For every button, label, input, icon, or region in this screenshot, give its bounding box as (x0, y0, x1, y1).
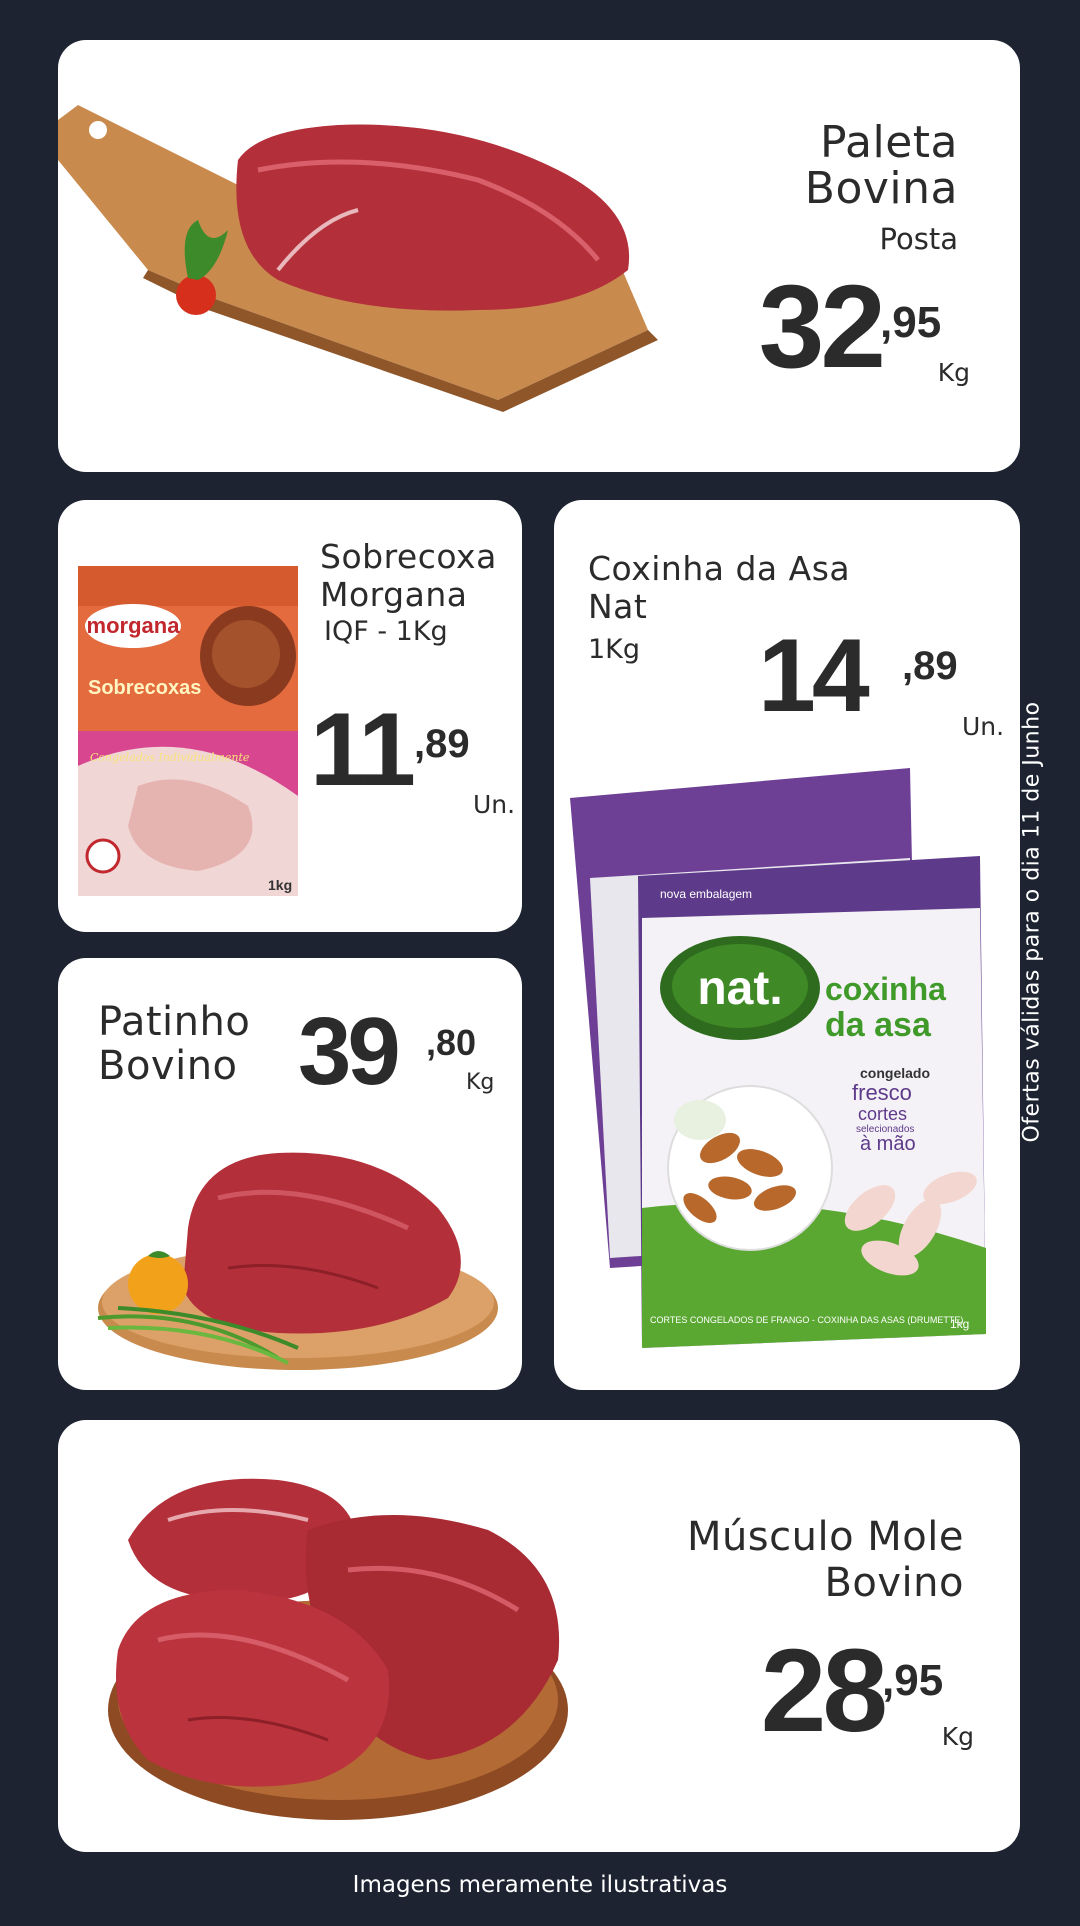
package-brand: morgana (87, 613, 181, 638)
package-line2: fresco (852, 1080, 912, 1105)
product-detail: 1Kg (588, 634, 641, 665)
price-cents: ,95 (880, 298, 942, 347)
price-unit: Kg (941, 1722, 974, 1751)
price-cents: ,89 (414, 722, 470, 766)
product-card-paleta[interactable]: Paleta Bovina Posta 32 ,95 Kg (58, 40, 1020, 472)
product-name-line1: Sobrecoxa (320, 537, 497, 576)
beef-on-board-image (58, 105, 658, 412)
nat-package-image: nat. nova embalagem coxinha da asa conge… (570, 768, 986, 1348)
offer-validity-note: Ofertas válidas para o dia 11 de Junho (1019, 701, 1045, 1143)
product-name-line2: Morgana (320, 575, 468, 614)
beef-on-round-board-image (97, 1152, 498, 1370)
product-name-line2: Bovina (804, 163, 958, 214)
package-title2: da asa (825, 1006, 932, 1044)
package-footer: CORTES CONGELADOS DE FRANGO - COXINHA DA… (650, 1315, 963, 1325)
beef-chunks-on-board-image (108, 1478, 568, 1820)
illustrative-images-note: Imagens meramente ilustrativas (352, 1872, 728, 1898)
package-brand: nat. (697, 962, 782, 1015)
morgana-package-image: morgana Sobrecoxas Congelados Individual… (78, 566, 298, 896)
product-name-line2: Nat (588, 587, 648, 626)
product-card-patinho[interactable]: Patinho Bovino 39 ,80 Kg (58, 958, 522, 1390)
price-cents: ,80 (426, 1022, 477, 1063)
price-cents: ,95 (882, 1656, 944, 1705)
product-name-line1: Músculo Mole (686, 1514, 964, 1560)
price-unit: Un. (473, 790, 516, 819)
price-unit: Kg (937, 358, 970, 387)
product-name-line2: Bovino (98, 1043, 238, 1089)
package-tag: Congelados Individualmente (90, 751, 250, 764)
package-line3: cortes (858, 1104, 907, 1124)
package-weight: 1kg (950, 1317, 969, 1331)
package-title1: coxinha (825, 971, 946, 1007)
product-card-sobrecoxa[interactable]: morgana Sobrecoxas Congelados Individual… (58, 500, 522, 932)
price-integer: 14 (758, 618, 870, 734)
price-integer: 32 (758, 261, 886, 393)
product-card-coxinha[interactable]: Coxinha da Asa Nat 1Kg 14 ,89 Un. nat. n… (554, 500, 1020, 1390)
price-unit: Un. (962, 712, 1005, 741)
price-integer: 28 (760, 1625, 888, 1757)
product-name-line1: Paleta (819, 117, 958, 168)
price-unit: Kg (466, 1070, 495, 1095)
price-cents: ,89 (902, 644, 958, 688)
package-title: Sobrecoxas (88, 677, 201, 699)
product-name-line2: Bovino (824, 1560, 964, 1606)
product-name-line1: Coxinha da Asa (588, 549, 851, 588)
product-detail: IQF - 1Kg (324, 616, 448, 647)
product-card-musculo[interactable]: Músculo Mole Bovino 28 ,95 Kg (58, 1420, 1020, 1852)
package-line5: à mão (860, 1133, 916, 1155)
price-integer: 11 (310, 692, 416, 808)
package-line1: congelado (860, 1065, 930, 1081)
package-weight: 1kg (268, 877, 292, 893)
price-integer: 39 (298, 998, 401, 1105)
product-detail: Posta (879, 222, 958, 256)
product-name-line1: Patinho (98, 999, 251, 1045)
package-small: nova embalagem (660, 887, 752, 901)
